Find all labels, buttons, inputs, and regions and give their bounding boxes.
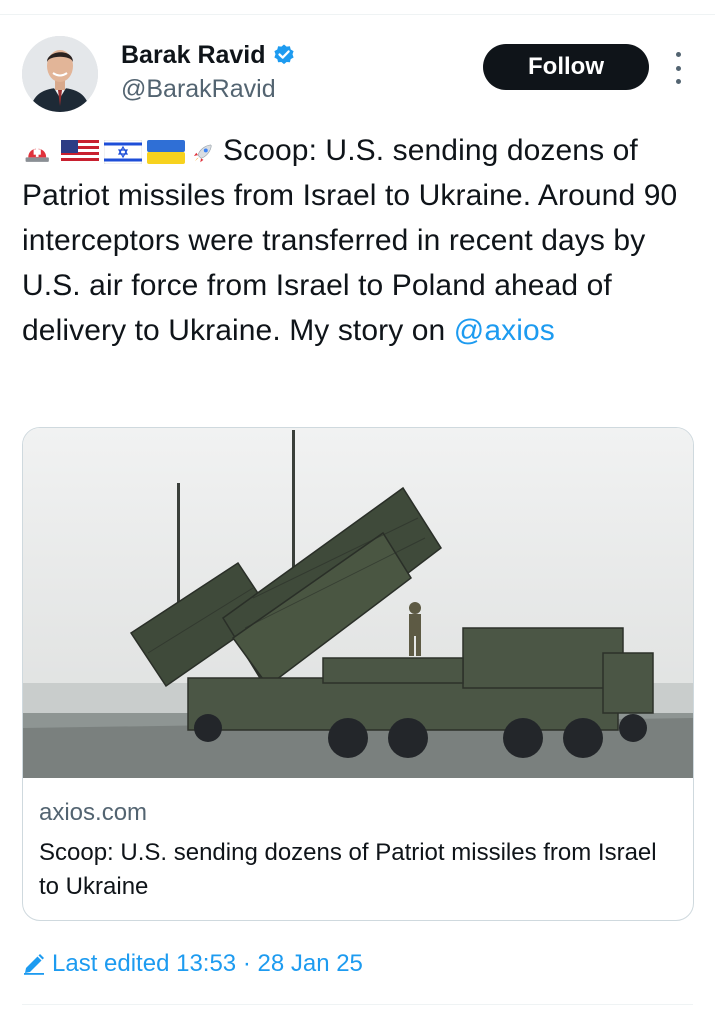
tweet-body-text: Scoop: U.S. sending dozens of Patriot mi… xyxy=(22,134,678,347)
ukraine-flag-icon xyxy=(147,140,185,164)
emoji-row xyxy=(22,140,220,164)
link-card[interactable]: axios.com Scoop: U.S. sending dozens of … xyxy=(22,427,694,921)
pencil-icon xyxy=(24,954,44,975)
more-options-icon[interactable] xyxy=(666,52,690,84)
author-display-name[interactable]: Barak Ravid xyxy=(121,40,266,70)
author-block: Barak Ravid @BarakRavid xyxy=(121,40,296,104)
author-handle[interactable]: @BarakRavid xyxy=(121,74,296,104)
patriot-launcher-image xyxy=(23,428,693,778)
mention-link[interactable]: @axios xyxy=(454,314,555,347)
follow-button[interactable]: Follow xyxy=(483,44,649,90)
us-flag-icon xyxy=(61,140,99,164)
tweet-text: Scoop: U.S. sending dozens of Patriot mi… xyxy=(22,128,702,353)
verified-badge-icon xyxy=(272,43,296,67)
card-title[interactable]: Scoop: U.S. sending dozens of Patriot mi… xyxy=(39,836,677,904)
last-edited-link[interactable]: Last edited 13:53 · 28 Jan 25 xyxy=(22,949,363,979)
israel-flag-icon xyxy=(104,140,142,164)
bottom-divider xyxy=(22,1004,693,1005)
avatar[interactable] xyxy=(22,36,98,112)
card-domain: axios.com xyxy=(39,799,148,826)
card-body: axios.com Scoop: U.S. sending dozens of … xyxy=(23,778,693,904)
top-divider xyxy=(0,14,715,15)
police-light-icon xyxy=(25,147,49,162)
last-edited-label: Last edited 13:53 · 28 Jan 25 xyxy=(52,950,363,977)
rocket-icon xyxy=(193,144,212,163)
